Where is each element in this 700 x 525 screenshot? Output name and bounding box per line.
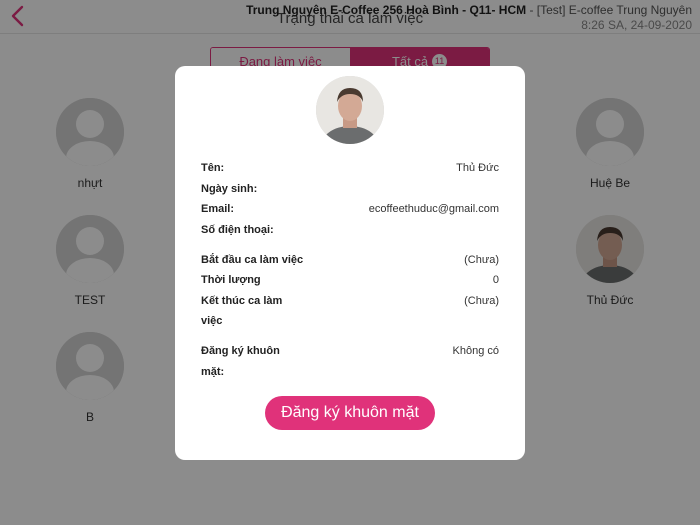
detail-label: Bắt đầu ca làm việc <box>201 254 304 266</box>
employee-detail-modal: Tên: Thủ Đức Ngày sinh: Email: ecoffeeth… <box>175 66 525 460</box>
detail-label: việc <box>201 315 223 327</box>
detail-label: Ngày sinh: <box>201 183 258 195</box>
detail-label: mặt: <box>201 366 225 378</box>
register-face-button[interactable]: Đăng ký khuôn mặt <box>265 396 435 430</box>
avatar <box>316 76 384 144</box>
detail-value: (Chưa) <box>464 295 499 307</box>
detail-value: Không có <box>452 345 499 357</box>
detail-label: Đăng ký khuôn <box>201 345 280 357</box>
detail-value: ecoffeethuduc@gmail.com <box>368 203 499 215</box>
detail-label: Kết thúc ca làm <box>201 295 283 307</box>
detail-value: 0 <box>492 274 499 286</box>
detail-label: Tên: <box>201 162 225 174</box>
detail-value: Thủ Đức <box>456 162 499 174</box>
detail-label: Email: <box>201 203 235 215</box>
person-photo-icon <box>316 76 384 144</box>
detail-label: Thời lượng <box>201 274 261 286</box>
detail-label: Số điện thoại: <box>201 224 274 236</box>
detail-value: (Chưa) <box>464 254 499 266</box>
